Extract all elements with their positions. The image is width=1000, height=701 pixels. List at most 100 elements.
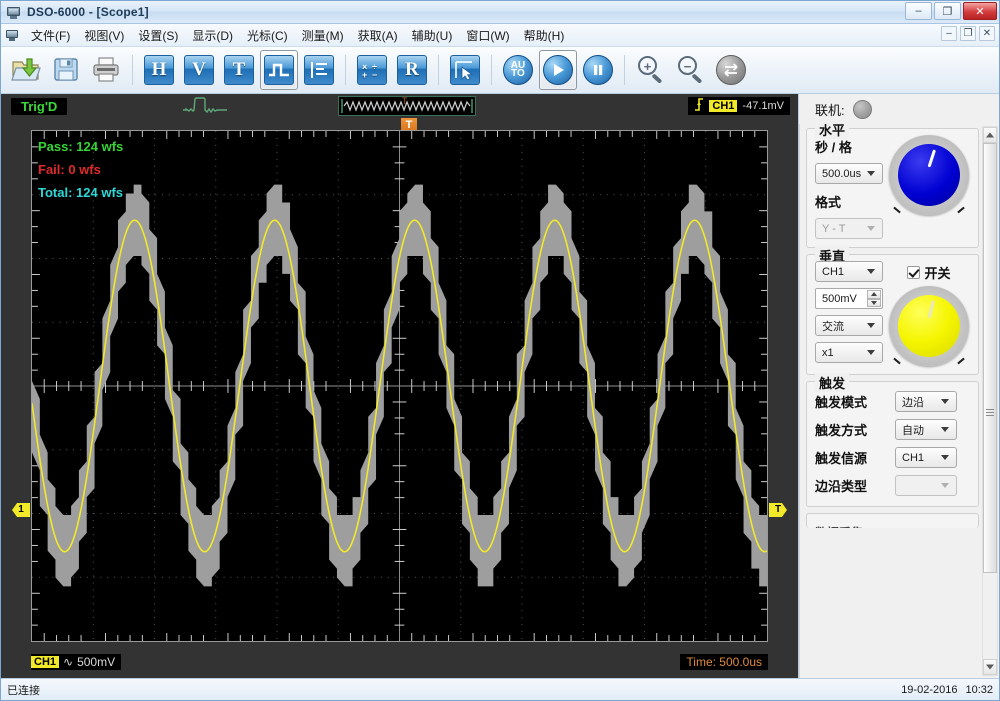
math-icon: × ÷ + − bbox=[357, 55, 387, 85]
horizontal-section: 水平 秒 / 格 500.0us 格式 Y - T bbox=[806, 124, 979, 248]
control-panel: 联机: 水平 秒 / 格 500.0us 格式 Y - T 垂直 CH1 500… bbox=[799, 94, 999, 678]
channel-label: CH1 bbox=[31, 656, 60, 668]
vertical-scale-knob[interactable] bbox=[889, 286, 969, 366]
waveform-button[interactable] bbox=[260, 50, 298, 90]
time-per-div-badge: Time: 500.0us bbox=[680, 654, 768, 670]
chevron-down-icon bbox=[941, 427, 949, 432]
mdi-minimize-button[interactable]: – bbox=[941, 26, 957, 41]
chevron-down-icon bbox=[941, 455, 949, 460]
menu-utility[interactable]: 辅助(U) bbox=[405, 25, 460, 46]
trigger-legend: 触发 bbox=[815, 373, 850, 392]
trigger-sweep-select[interactable]: 自动 bbox=[895, 419, 957, 440]
menu-file[interactable]: 文件(F) bbox=[24, 25, 77, 46]
cursor-arrow-icon bbox=[450, 55, 480, 85]
zoom-out-button[interactable]: − bbox=[672, 50, 710, 90]
svg-text:+: + bbox=[362, 70, 367, 79]
print-button[interactable] bbox=[87, 50, 125, 90]
trigger-level-marker[interactable]: T bbox=[769, 503, 787, 517]
menu-acquire[interactable]: 获取(A) bbox=[351, 25, 405, 46]
trigger-sweep-label: 触发方式 bbox=[815, 423, 868, 438]
trigger-status-badge: Trig'D bbox=[11, 97, 68, 115]
panel-scroll-region[interactable]: 水平 秒 / 格 500.0us 格式 Y - T 垂直 CH1 500mV 交… bbox=[799, 124, 999, 678]
pass-count: Pass: 124 wfs bbox=[38, 139, 124, 154]
trigger-level-value: -47.1mV bbox=[742, 100, 784, 112]
window-close-button[interactable]: ✕ bbox=[963, 2, 997, 20]
probe-select[interactable]: x1 bbox=[815, 342, 883, 363]
chevron-down-icon bbox=[941, 483, 949, 488]
trigger-button[interactable]: T bbox=[220, 50, 258, 90]
toolbar-separator bbox=[624, 55, 625, 85]
mdi-close-button[interactable]: ✕ bbox=[979, 26, 995, 41]
stepper-up-icon[interactable] bbox=[867, 290, 881, 299]
chevron-down-icon bbox=[867, 226, 875, 231]
magnifier-minus-icon: − bbox=[676, 55, 706, 85]
trigger-edge-type-row: 边沿类型 bbox=[815, 475, 970, 496]
panel-scrollbar[interactable] bbox=[982, 126, 998, 676]
menu-display[interactable]: 显示(D) bbox=[185, 25, 240, 46]
fail-count: Fail: 0 wfs bbox=[38, 162, 101, 177]
chevron-down-icon bbox=[867, 350, 875, 355]
grid-and-waveform bbox=[32, 131, 767, 641]
horizontal-button[interactable]: H bbox=[140, 50, 178, 90]
stepper-down-icon[interactable] bbox=[867, 298, 881, 307]
menu-cursor[interactable]: 光标(C) bbox=[240, 25, 295, 46]
math-button[interactable]: × ÷ + − bbox=[353, 50, 391, 90]
knob-tick-left bbox=[893, 357, 901, 365]
trigger-section: 触发 触发模式 边沿 触发方式 自动 触发信源 CH1 边沿类型 bbox=[806, 373, 979, 507]
open-button[interactable] bbox=[7, 50, 45, 90]
trigger-edge-type-select[interactable] bbox=[895, 475, 957, 496]
coupling-select[interactable]: 交流 bbox=[815, 315, 883, 336]
format-label: 格式 bbox=[815, 195, 842, 210]
save-button[interactable] bbox=[47, 50, 85, 90]
title-bar: DSO-6000 - [Scope1] – ❐ ✕ bbox=[1, 1, 999, 24]
vertical-button[interactable]: V bbox=[180, 50, 218, 90]
stepper-buttons[interactable] bbox=[867, 290, 881, 307]
menu-settings[interactable]: 设置(S) bbox=[131, 25, 185, 46]
acquisition-section-partial: 数据采集 bbox=[806, 513, 979, 528]
zoom-in-button[interactable]: + bbox=[632, 50, 670, 90]
swap-button[interactable] bbox=[712, 50, 750, 90]
pause-icon bbox=[583, 55, 613, 85]
channel1-ground-marker[interactable]: 1 bbox=[12, 503, 30, 517]
scroll-up-icon[interactable] bbox=[983, 127, 997, 143]
coupling-value: 交流 bbox=[822, 320, 844, 333]
menu-window[interactable]: 窗口(W) bbox=[459, 25, 516, 46]
scroll-down-icon[interactable] bbox=[983, 659, 997, 675]
trigger-mode-select[interactable]: 边沿 bbox=[895, 391, 957, 412]
sec-per-div-select[interactable]: 500.0us bbox=[815, 163, 883, 184]
window-maximize-button[interactable]: ❐ bbox=[934, 2, 961, 20]
vertical-scale-stepper[interactable]: 500mV bbox=[815, 288, 883, 309]
channel-scale-badge: CH1 ∿ 500mV bbox=[31, 654, 122, 670]
waveform-grid[interactable]: Pass: 124 wfs Fail: 0 wfs Total: 124 wfs bbox=[31, 130, 768, 642]
acquisition-legend: 数据采集 bbox=[815, 524, 863, 528]
menu-measure[interactable]: 测量(M) bbox=[295, 25, 351, 46]
volts-per-div: 500mV bbox=[77, 655, 116, 669]
trigger-source-row: 触发信源 CH1 bbox=[815, 447, 970, 468]
horizontal-scale-knob[interactable] bbox=[889, 135, 969, 215]
run-button[interactable] bbox=[539, 50, 577, 90]
format-select[interactable]: Y - T bbox=[815, 218, 883, 239]
channel-onoff-checkbox[interactable] bbox=[907, 266, 921, 279]
menu-view[interactable]: 视图(V) bbox=[77, 25, 131, 46]
measure-button[interactable] bbox=[300, 50, 338, 90]
vertical-channel-select[interactable]: CH1 bbox=[815, 261, 883, 282]
cursor-button[interactable] bbox=[446, 50, 484, 90]
pause-button[interactable] bbox=[579, 50, 617, 90]
knob-face bbox=[898, 295, 960, 357]
svg-text:−: − bbox=[372, 70, 377, 79]
trigger-source-select[interactable]: CH1 bbox=[895, 447, 957, 468]
folder-download-icon bbox=[11, 55, 41, 86]
swap-arrows-icon bbox=[716, 55, 746, 85]
scrollbar-thumb[interactable] bbox=[983, 143, 997, 573]
window-minimize-button[interactable]: – bbox=[905, 2, 932, 20]
mdi-restore-button[interactable]: ❐ bbox=[960, 26, 976, 41]
channel-onoff-row[interactable]: 开关 bbox=[907, 263, 951, 282]
trigger-channel-label: CH1 bbox=[709, 100, 738, 112]
knob-tick-left bbox=[893, 206, 901, 214]
ac-coupling-icon: ∿ bbox=[63, 655, 74, 669]
scope-panel: Trig'D T CH1 -47.1mV T 1 T Pass: 124 wfs… bbox=[1, 94, 799, 678]
menu-help[interactable]: 帮助(H) bbox=[517, 25, 572, 46]
autoset-button[interactable]: AU TO bbox=[499, 50, 537, 90]
record-button[interactable]: R bbox=[393, 50, 431, 90]
mini-pulse-icon bbox=[182, 96, 228, 117]
